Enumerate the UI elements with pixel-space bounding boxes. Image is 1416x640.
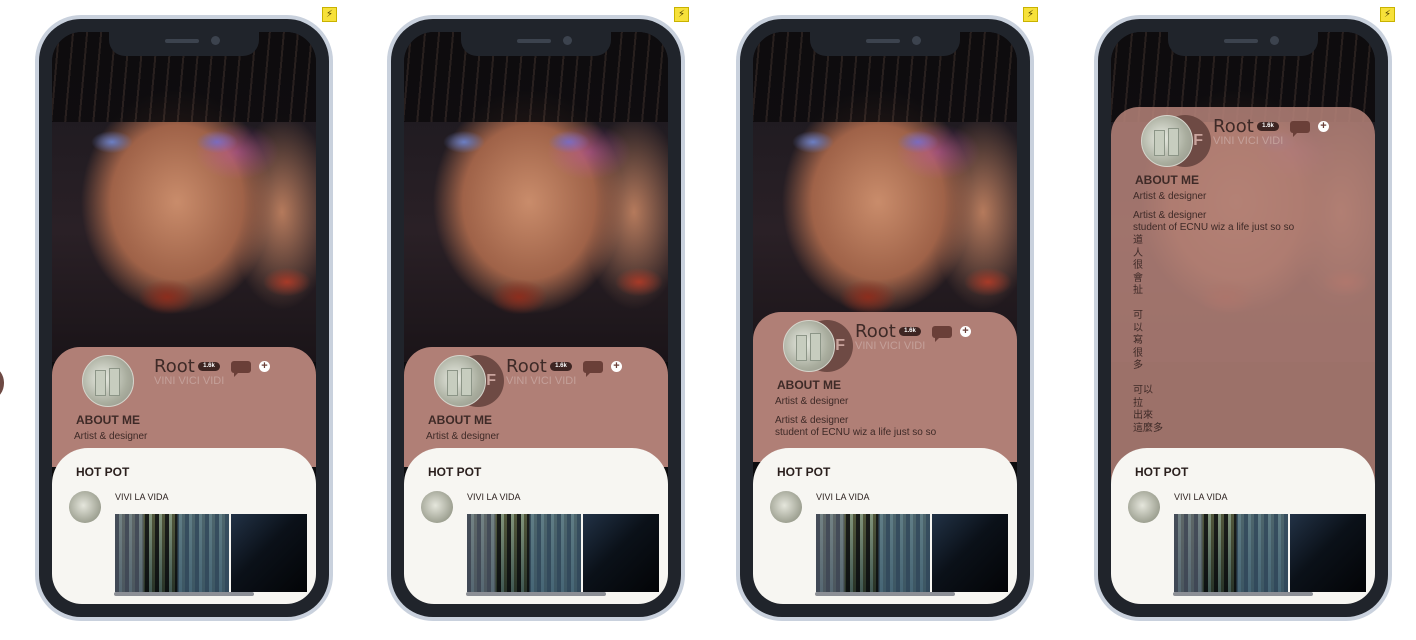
profile-name: Root: [506, 356, 547, 377]
plus-icon[interactable]: +: [960, 326, 971, 337]
phone-frame-1: Root 1.6k + VINI VICI VIDI ABOUT ME Arti…: [35, 15, 333, 621]
avatar-image: [783, 320, 835, 372]
phone-frame-4: F Root 1.6k + VINI VICI VIDI ABOUT ME Ar…: [1094, 15, 1392, 621]
profile-subtitle: VINI VICI VIDI: [154, 375, 225, 387]
message-icon[interactable]: [583, 361, 603, 377]
about-bio-long: 道 人 很 會 扯 可 以 寫 很 多 可以 拉 出來 這麼多: [1133, 235, 1163, 434]
home-indicator: [815, 592, 955, 596]
bolt-icon: ⚡: [322, 7, 337, 22]
offscreen-avatar: [0, 368, 4, 398]
hot-pot-title: HOT POT: [428, 465, 482, 479]
about-title: ABOUT ME: [777, 378, 841, 392]
about-role-2: Artist & designer: [1133, 210, 1207, 221]
message-icon[interactable]: [932, 326, 952, 342]
phone-frame-3: F Root 1.6k + VINI VICI VIDI ABOUT ME Ar…: [736, 15, 1034, 621]
post-image-2[interactable]: [1290, 514, 1366, 592]
hot-pot-section: HOT POT VIVI LA VIDA: [52, 448, 316, 604]
about-role: Artist & designer: [775, 396, 849, 407]
post-title[interactable]: VIVI LA VIDA: [115, 492, 169, 502]
cover-photo: [52, 32, 316, 362]
hot-pot-title: HOT POT: [777, 465, 831, 479]
profile-card[interactable]: F Root 1.6k + VINI VICI VIDI ABOUT ME Ar…: [753, 312, 1017, 462]
hot-pot-section: HOT POT VIVI LA VIDA: [404, 448, 668, 604]
screen-2: F Root 1.6k + VINI VICI VIDI ABOUT ME Ar…: [404, 32, 668, 604]
about-role: Artist & designer: [74, 431, 148, 442]
post-avatar[interactable]: [421, 491, 453, 523]
bolt-icon: ⚡: [674, 7, 689, 22]
notch: [810, 32, 960, 56]
about-bio: student of ECNU wiz a life just so so: [775, 427, 937, 438]
plus-icon[interactable]: +: [259, 361, 270, 372]
about-title: ABOUT ME: [1135, 173, 1199, 187]
message-icon[interactable]: [1290, 121, 1310, 137]
screen-4: F Root 1.6k + VINI VICI VIDI ABOUT ME Ar…: [1111, 32, 1375, 604]
about-role-2: Artist & designer: [775, 415, 849, 426]
avatar[interactable]: F: [1141, 115, 1211, 167]
bolt-icon: ⚡: [1380, 7, 1395, 22]
bolt-icon: ⚡: [1023, 7, 1038, 22]
avatar[interactable]: [82, 355, 152, 407]
about-title: ABOUT ME: [428, 413, 492, 427]
about-bio: student of ECNU wiz a life just so so: [1133, 222, 1295, 233]
profile-subtitle: VINI VICI VIDI: [855, 340, 926, 352]
post-image-2[interactable]: [583, 514, 659, 592]
profile-card-expanded[interactable]: F Root 1.6k + VINI VICI VIDI ABOUT ME Ar…: [1111, 107, 1375, 507]
avatar[interactable]: F: [434, 355, 504, 407]
home-indicator: [114, 592, 254, 596]
followers-badge: 1.6k: [899, 327, 921, 336]
about-role: Artist & designer: [426, 431, 500, 442]
followers-badge: 1.6k: [550, 362, 572, 371]
screen-3: F Root 1.6k + VINI VICI VIDI ABOUT ME Ar…: [753, 32, 1017, 604]
post-avatar[interactable]: [69, 491, 101, 523]
post-image-2[interactable]: [231, 514, 307, 592]
about-title: ABOUT ME: [76, 413, 140, 427]
post-image-2[interactable]: [932, 514, 1008, 592]
post-title[interactable]: VIVI LA VIDA: [1174, 492, 1228, 502]
about-role: Artist & designer: [1133, 191, 1207, 202]
post-title[interactable]: VIVI LA VIDA: [816, 492, 870, 502]
home-indicator: [1173, 592, 1313, 596]
avatar-image: [82, 355, 134, 407]
profile-subtitle: VINI VICI VIDI: [1213, 135, 1284, 147]
hot-pot-title: HOT POT: [76, 465, 130, 479]
home-indicator: [466, 592, 606, 596]
avatar-image: [434, 355, 486, 407]
plus-icon[interactable]: +: [611, 361, 622, 372]
profile-name: Root: [154, 356, 195, 377]
screen-1: Root 1.6k + VINI VICI VIDI ABOUT ME Arti…: [52, 32, 316, 604]
profile-name: Root: [855, 321, 896, 342]
followers-badge: 1.6k: [1257, 122, 1279, 131]
cover-photo: [404, 32, 668, 362]
notch: [1168, 32, 1318, 56]
phone-frame-2: F Root 1.6k + VINI VICI VIDI ABOUT ME Ar…: [387, 15, 685, 621]
hot-pot-section: HOT POT VIVI LA VIDA: [753, 448, 1017, 604]
notch: [461, 32, 611, 56]
message-icon[interactable]: [231, 361, 251, 377]
avatar-image: [1141, 115, 1193, 167]
hot-pot-title: HOT POT: [1135, 465, 1189, 479]
profile-subtitle: VINI VICI VIDI: [506, 375, 577, 387]
plus-icon[interactable]: +: [1318, 121, 1329, 132]
avatar[interactable]: F: [783, 320, 853, 372]
profile-name: Root: [1213, 116, 1254, 137]
notch: [109, 32, 259, 56]
post-title[interactable]: VIVI LA VIDA: [467, 492, 521, 502]
post-avatar[interactable]: [770, 491, 802, 523]
followers-badge: 1.6k: [198, 362, 220, 371]
post-avatar[interactable]: [1128, 491, 1160, 523]
hot-pot-section: HOT POT VIVI LA VIDA: [1111, 448, 1375, 604]
